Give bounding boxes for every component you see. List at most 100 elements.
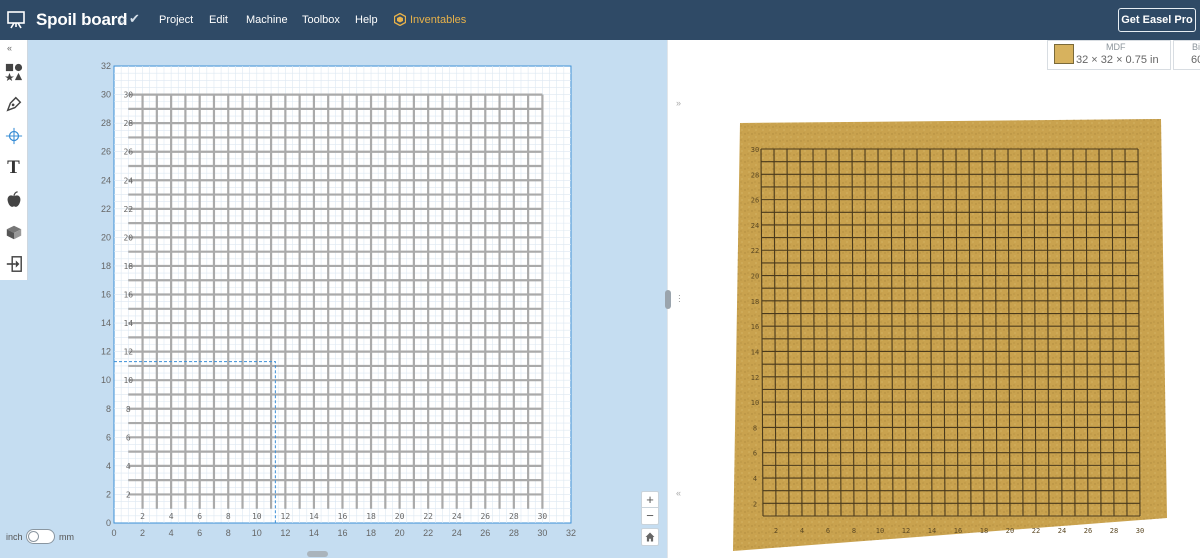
easel-icon[interactable] [6,10,26,30]
design-canvas[interactable]: 0022446688101012121414161618182020222224… [94,56,578,536]
mdf-texture [733,119,1167,551]
expand-preview-icon[interactable]: » [676,98,681,108]
drag-dots-icon[interactable]: · · · [678,292,681,306]
grid-y-label: 12 [123,348,133,357]
y-axis-tick: 26 [101,147,111,157]
collapse-preview-icon[interactable]: « [676,488,681,498]
board-y-label: 16 [751,323,759,331]
point-icon[interactable] [0,120,27,152]
mdf-board-preview: 2244668810101212141416161818202022222424… [733,119,1167,551]
y-axis-tick: 0 [106,518,111,528]
project-title[interactable]: Spoil board [36,10,128,30]
x-axis-tick: 18 [366,528,376,536]
box-icon[interactable] [0,216,27,248]
grid-y-label: 28 [123,119,133,128]
unit-mm-label: mm [59,532,74,542]
board-y-label: 30 [751,146,759,154]
home-icon[interactable] [641,528,659,546]
get-easel-pro-button[interactable]: Get Easel Pro [1118,8,1196,32]
shapes-icon[interactable] [0,56,27,88]
check-icon: ✔ [129,11,140,26]
apps-icon[interactable] [0,184,27,216]
grid-x-label: 20 [395,512,405,521]
import-icon[interactable] [0,248,27,280]
horizontal-scrollbar[interactable] [307,551,328,557]
grid-x-label: 26 [480,512,490,521]
board-y-label: 4 [753,475,757,483]
grid-x-label: 2 [140,512,145,521]
board-x-label: 18 [980,527,988,535]
zoom-controls: + − [641,491,659,525]
y-axis-tick: 8 [106,404,111,414]
x-axis-tick: 26 [480,528,490,536]
grid-y-label: 4 [126,462,131,471]
star-icon[interactable]: ☆ [116,12,128,28]
pen-icon[interactable] [0,88,27,120]
x-axis-tick: 10 [252,528,262,536]
y-axis-tick: 20 [101,232,111,242]
grid-x-label: 28 [509,512,519,521]
board-y-label: 14 [751,348,759,356]
grid-y-label: 18 [123,262,133,271]
board-x-label: 2 [774,527,778,535]
grid-x-label: 12 [281,512,291,521]
material-dimensions: 32 × 32 × 0.75 in [1076,54,1159,66]
board-x-label: 12 [902,527,910,535]
grid-x-label: 14 [309,512,319,521]
menu-machine[interactable]: Machine [246,14,288,26]
x-axis-tick: 14 [309,528,319,536]
collapse-toolbar-icon[interactable]: « [7,43,12,53]
board-y-label: 10 [751,399,759,407]
grid-x-label: 30 [538,512,548,521]
y-axis-tick: 14 [101,318,111,328]
board-x-label: 22 [1032,527,1040,535]
board-y-label: 24 [751,222,759,230]
text-icon[interactable]: T [0,152,27,184]
unit-inch-label: inch [6,532,23,542]
x-axis-tick: 4 [169,528,174,536]
board-y-label: 26 [751,197,759,205]
unit-toggle-knob [28,531,39,542]
board-x-label: 8 [852,527,856,535]
zoom-out-button[interactable]: − [642,508,658,524]
board-x-label: 24 [1058,527,1066,535]
board-y-label: 22 [751,247,759,255]
grid-y-label: 16 [123,291,133,300]
grid-y-label: 20 [123,233,133,242]
x-axis-tick: 24 [452,528,462,536]
grid-y-label: 10 [123,376,133,385]
inventables-link[interactable]: Inventables [410,14,466,26]
menu-edit[interactable]: Edit [209,14,228,26]
y-axis-tick: 16 [101,290,111,300]
board-y-label: 20 [751,273,759,281]
menu-project[interactable]: Project [159,14,193,26]
board-x-label: 20 [1006,527,1014,535]
board-y-label: 28 [751,171,759,179]
board-y-label: 2 [753,500,757,508]
y-axis-tick: 12 [101,347,111,357]
y-axis-tick: 28 [101,118,111,128]
x-axis-tick: 16 [337,528,347,536]
x-axis-tick: 28 [509,528,519,536]
board-y-label: 18 [751,298,759,306]
grid-y-label: 30 [123,91,133,100]
inventables-icon[interactable] [394,13,406,26]
board-x-label: 28 [1110,527,1118,535]
menu-toolbox[interactable]: Toolbox [302,14,340,26]
zoom-in-button[interactable]: + [642,492,658,508]
board-x-label: 16 [954,527,962,535]
grid-x-label: 22 [423,512,433,521]
x-axis-tick: 12 [280,528,290,536]
y-axis-tick: 2 [106,489,111,499]
unit-toggle[interactable] [26,529,55,544]
menu-help[interactable]: Help [355,14,378,26]
bit-value: 60 [1191,54,1200,66]
board-x-label: 30 [1136,527,1144,535]
y-axis-tick: 10 [101,375,111,385]
material-swatch [1054,44,1074,64]
y-axis-tick: 6 [106,432,111,442]
grid-y-label: 22 [123,205,133,214]
y-axis-tick: 4 [106,461,111,471]
x-axis-tick: 22 [423,528,433,536]
divider-handle[interactable] [665,290,671,309]
